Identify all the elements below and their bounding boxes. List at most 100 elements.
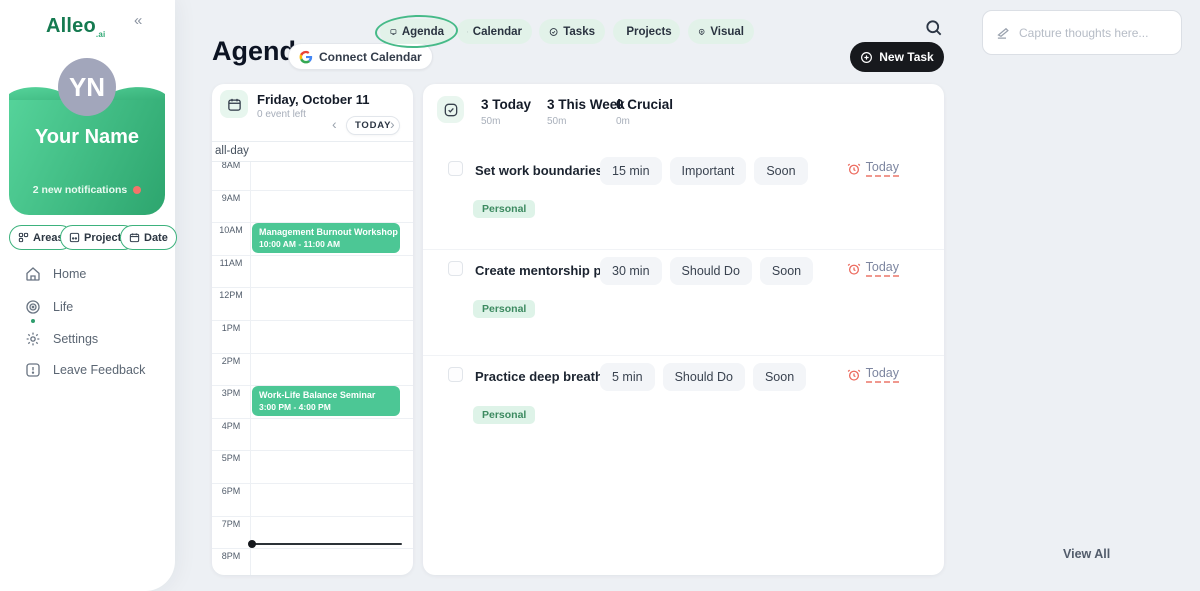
new-task-button[interactable]: New Task (850, 42, 944, 72)
calendar-icon (467, 26, 468, 38)
connect-calendar-label: Connect Calendar (319, 50, 422, 64)
task-title: Create mentorship plan (475, 263, 620, 278)
task-row: Set work boundaries 15 min Important Soo… (423, 150, 944, 250)
agenda-icon (390, 26, 397, 38)
google-icon (299, 50, 313, 64)
urgency-chip[interactable]: Soon (760, 257, 813, 285)
hour-label: 4PM (212, 421, 250, 431)
calendar-hour-row[interactable]: 2PM (212, 353, 413, 386)
due-label: Today (866, 366, 899, 383)
sidebar-item-label: Home (53, 267, 86, 281)
sidebar: Alleo.ai « YN Your Name 2 new notificati… (0, 0, 175, 591)
tab-calendar[interactable]: Calendar (457, 19, 532, 44)
visual-mind-icon (698, 26, 705, 38)
sidebar-collapse-button[interactable]: « (134, 12, 142, 29)
profile-card (9, 100, 165, 215)
notification-dot (133, 186, 141, 194)
calendar-hour-row[interactable]: 5PM (212, 450, 413, 483)
quick-capture-input[interactable] (1019, 26, 1174, 40)
tasks-panel: 3 Today50m 3 This Week50m 0 Crucial0m Se… (423, 84, 944, 575)
filter-label: Date (144, 232, 168, 244)
calendar-event[interactable]: Management Burnout Workshop 10:00 AM - 1… (252, 223, 400, 253)
tab-tasks[interactable]: Tasks (539, 19, 605, 44)
check-circle-icon (549, 26, 558, 38)
tasks-header-icon-box (437, 96, 464, 123)
tab-label: Calendar (473, 26, 522, 38)
duration-chip[interactable]: 5 min (600, 363, 655, 391)
priority-chip[interactable]: Should Do (670, 257, 752, 285)
avatar[interactable]: YN (58, 58, 116, 116)
all-day-row: all-day (212, 142, 413, 162)
next-day-button[interactable]: › (390, 116, 395, 132)
sidebar-item-life[interactable]: Life (25, 299, 73, 315)
task-checkbox[interactable] (448, 161, 463, 176)
tab-projects[interactable]: Projects (613, 19, 680, 44)
calendar-hours: 8AM9AM10AM11AM12PM1PM2PM3PM4PM5PM6PM7PM8… (212, 157, 413, 575)
sidebar-item-home[interactable]: Home (25, 266, 86, 282)
duration-chip[interactable]: 15 min (600, 157, 662, 185)
due-date[interactable]: Today (847, 160, 899, 177)
task-checkbox[interactable] (448, 261, 463, 276)
calendar-hour-row[interactable]: 12PM (212, 287, 413, 320)
life-active-dot (31, 319, 35, 323)
calendar-hour-row[interactable]: 1PM (212, 320, 413, 353)
urgency-chip[interactable]: Soon (753, 363, 806, 391)
calendar-hour-row[interactable]: 8PM (212, 548, 413, 575)
all-day-label: all-day (215, 145, 249, 157)
calendar-hour-row[interactable]: 9AM (212, 190, 413, 223)
due-date[interactable]: Today (847, 366, 899, 383)
view-all-link[interactable]: View All (1063, 547, 1110, 561)
hour-label: 7PM (212, 519, 250, 529)
calendar-hour-row[interactable]: 6PM (212, 483, 413, 516)
gear-icon (25, 331, 41, 347)
tag-personal[interactable]: Personal (473, 406, 535, 424)
notifications-link[interactable]: 2 new notifications (9, 184, 165, 196)
calendar-hour-row[interactable]: 11AM (212, 255, 413, 288)
alarm-icon (847, 162, 861, 176)
calendar-events-left: 0 event left (257, 109, 306, 120)
life-target-icon (25, 299, 41, 315)
quick-capture (982, 10, 1182, 55)
tab-agenda[interactable]: Agenda (380, 19, 454, 44)
task-title: Set work boundaries (475, 163, 603, 178)
search-icon[interactable] (924, 18, 944, 38)
due-label: Today (866, 160, 899, 177)
task-checkbox[interactable] (448, 367, 463, 382)
sidebar-item-label: Life (53, 300, 73, 314)
calendar-event[interactable]: Work-Life Balance Seminar 3:00 PM - 4:00… (252, 386, 400, 416)
filter-date-button[interactable]: Date (120, 225, 177, 250)
calendar-grid: 8AM9AM10AM11AM12PM1PM2PM3PM4PM5PM6PM7PM8… (212, 141, 413, 575)
hour-label: 1PM (212, 323, 250, 333)
hour-label: 2PM (212, 356, 250, 366)
new-task-label: New Task (879, 50, 933, 64)
feedback-icon (25, 362, 41, 378)
alarm-icon (847, 368, 861, 382)
due-date[interactable]: Today (847, 260, 899, 277)
duration-chip[interactable]: 30 min (600, 257, 662, 285)
tab-visual[interactable]: Visual (688, 19, 754, 44)
tab-label: Tasks (563, 26, 595, 38)
connect-calendar-button[interactable]: Connect Calendar (288, 43, 433, 70)
sidebar-item-label: Settings (53, 332, 98, 346)
tab-label: Visual (710, 26, 744, 38)
stat-crucial: 0 Crucial0m (616, 97, 673, 127)
checkbox-check-icon (443, 102, 459, 118)
tag-personal[interactable]: Personal (473, 300, 535, 318)
tag-personal[interactable]: Personal (473, 200, 535, 218)
priority-chip[interactable]: Should Do (663, 363, 745, 391)
prev-day-button[interactable]: ‹ (332, 116, 337, 132)
priority-chip[interactable]: Important (670, 157, 747, 185)
calendar-hour-row[interactable]: 4PM (212, 418, 413, 451)
hour-label: 8PM (212, 551, 250, 561)
sidebar-item-label: Leave Feedback (53, 363, 145, 377)
alarm-icon (847, 262, 861, 276)
urgency-chip[interactable]: Soon (754, 157, 807, 185)
task-chips: 5 min Should Do Soon (600, 363, 806, 391)
sidebar-item-settings[interactable]: Settings (25, 331, 98, 347)
calendar-header-icon-box (220, 90, 248, 118)
sidebar-item-leave-feedback[interactable]: Leave Feedback (25, 362, 145, 378)
filter-label: Areas (33, 232, 64, 244)
calendar-date-title: Friday, October 11 (257, 92, 369, 107)
task-chips: 15 min Important Soon (600, 157, 808, 185)
stat-this-week: 3 This Week50m (547, 97, 625, 127)
